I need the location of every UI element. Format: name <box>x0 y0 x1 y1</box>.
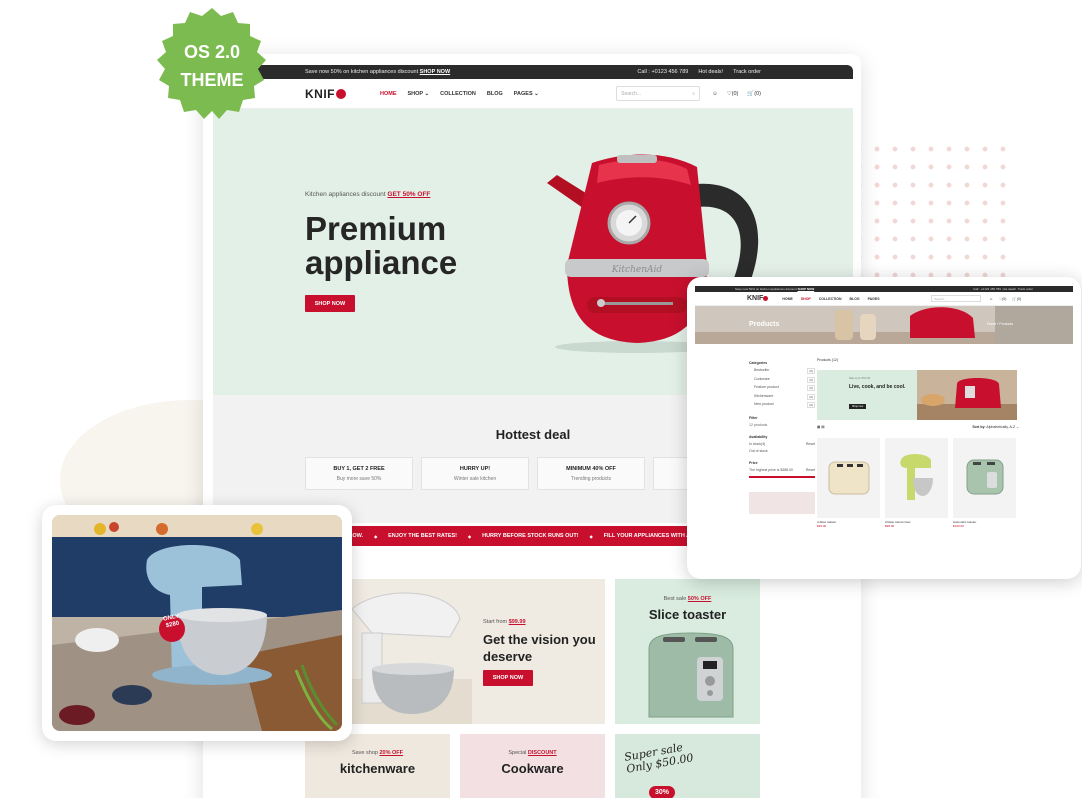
mixer-photo-card: ONLY $280 <box>42 505 352 741</box>
site-logo[interactable]: KNIF <box>305 87 346 101</box>
mini-nav-shop[interactable]: SHOP <box>801 297 811 301</box>
out-of-stock-checkbox[interactable]: Out of stock <box>749 449 815 453</box>
product-price: $99.00 <box>817 524 827 528</box>
products-page-card: Save now 50% on kitchen appliances disco… <box>687 277 1081 579</box>
toaster-banner[interactable]: Best sale 50% OFF Slice toaster <box>615 579 760 724</box>
sort-select[interactable]: Sort by: Alphabetically, A-Z ⌄ <box>972 425 1019 429</box>
toaster-sale: Best sale 50% OFF <box>663 596 712 602</box>
product-card[interactable] <box>953 438 1016 518</box>
product-price: $109.00 <box>953 524 964 528</box>
wishlist-icon[interactable]: ♡(0) <box>727 91 739 97</box>
cookware-banner[interactable]: Special DISCOUNT Cookware <box>460 734 605 798</box>
category-item[interactable]: Cookware (6) <box>754 376 815 383</box>
nav-shop[interactable]: SHOP ⌄ <box>408 91 430 97</box>
product-card[interactable] <box>885 438 948 518</box>
kitchenware-banner[interactable]: Save shop 20% OFF kitchenware <box>305 734 450 798</box>
mini-nav-blog[interactable]: BLOG <box>849 297 859 301</box>
mini-nav-collection[interactable]: COLLECTION <box>819 297 842 301</box>
svg-text:KitchenAid: KitchenAid <box>611 265 663 275</box>
products-grid: Products (12) Sale up to 70% Off Live, c… <box>817 358 1019 528</box>
cart-icon[interactable]: 🛒(0) <box>747 91 761 97</box>
mini-nav-home[interactable]: HOME <box>782 297 793 301</box>
vision-title: Get the vision you deserve <box>483 632 596 664</box>
super-sale-banner[interactable]: Super sale Only $50.00 30% <box>615 734 760 798</box>
track-order-link[interactable]: Track order <box>733 69 761 75</box>
vision-shop-now-button[interactable]: SHOP NOW <box>483 670 533 686</box>
mixer-photo <box>52 515 342 731</box>
in-stock-checkbox[interactable]: In stock(4) Reset <box>749 442 815 446</box>
mini-header-icons[interactable]: ☺ ♡(0) 🛒(0) <box>989 297 1021 301</box>
products-banner: Products Home / Products <box>695 306 1073 344</box>
toaster-image <box>648 632 734 718</box>
mini-logo[interactable]: KNIF <box>747 295 769 302</box>
deal-card[interactable]: BUY 1, GET 2 FREE Buy more save 50% <box>305 457 413 490</box>
promo-link[interactable]: SHOP NOW <box>420 69 450 75</box>
decorative-dots <box>850 140 1010 290</box>
product-price: $98.00 <box>885 524 895 528</box>
filter-sidebar: Categories Bestseller (6) Cookware (6) Fea… <box>749 358 815 514</box>
nav-collection[interactable]: COLLECTION <box>440 91 476 97</box>
collection-promo[interactable]: Sale up to 70% Off Live, cook, and be co… <box>817 370 1017 420</box>
category-item[interactable]: Kitchenware (6) <box>754 393 815 400</box>
breadcrumb[interactable]: Home / Products <box>987 322 1013 326</box>
vision-banner[interactable]: Start from $99.99 Get the vision you des… <box>342 579 605 724</box>
products-count: Products (12) <box>817 358 839 362</box>
category-item[interactable]: Feature product (6) <box>754 385 815 391</box>
nav-pages[interactable]: PAGES ⌄ <box>514 91 539 97</box>
badge-text: OS 2.0 THEME <box>180 42 244 90</box>
deal-card[interactable]: MINIMUM 40% OFF Trending products <box>537 457 645 490</box>
vision-start: Start from $99.99 <box>483 619 526 625</box>
account-icon[interactable]: ☺ <box>712 91 718 97</box>
promo-text: Save now 50% on kitchen appliances disco… <box>305 69 419 75</box>
products-title: Products <box>749 321 780 328</box>
hero-title: Premium appliance <box>305 210 458 281</box>
category-item[interactable]: Bestseller (6) <box>754 368 815 374</box>
main-nav: KNIF HOME SHOP ⌄ COLLECTION BLOG PAGES ⌄… <box>213 79 853 109</box>
nav-blog[interactable]: BLOG <box>487 91 503 97</box>
super-sale-text: Super sale Only $50.00 <box>623 740 695 776</box>
search-icon: ⌕ <box>692 90 696 97</box>
mixer-image <box>342 592 472 724</box>
toaster-title: Slice toaster <box>648 607 727 622</box>
search-input[interactable]: Search... ⌕ <box>616 86 701 101</box>
promo-shop-button[interactable]: Shop now <box>849 404 867 409</box>
product-card[interactable] <box>817 438 880 518</box>
category-item[interactable]: New product (6) <box>754 402 815 408</box>
mini-nav: KNIF HOME SHOP COLLECTION BLOG PAGES Sea… <box>695 292 1073 306</box>
price-slider[interactable] <box>749 475 815 478</box>
mini-search-input[interactable]: Search... <box>931 295 982 302</box>
hero-discount: Kitchen appliances discount GET 50% OFF <box>305 191 431 198</box>
nav-home[interactable]: HOME <box>380 91 397 97</box>
discount-badge: 30% <box>649 786 676 798</box>
grid-view-icon[interactable]: ▦ ▤ <box>817 425 825 429</box>
kitchenware-title: kitchenware <box>339 761 416 776</box>
deal-card[interactable]: HURRY UP! Winter sale kitchen <box>421 457 529 490</box>
hot-deals-link[interactable]: Hot deals! <box>698 69 723 75</box>
hero-shop-now-button[interactable]: SHOP NOW <box>305 295 355 312</box>
announcement-bar: Save now 50% on kitchen appliances disco… <box>213 65 853 79</box>
mini-nav-pages[interactable]: PAGES <box>868 297 880 301</box>
call-text: Call : +0123 456 789 <box>637 69 689 75</box>
cookware-title: Cookware <box>501 761 564 776</box>
